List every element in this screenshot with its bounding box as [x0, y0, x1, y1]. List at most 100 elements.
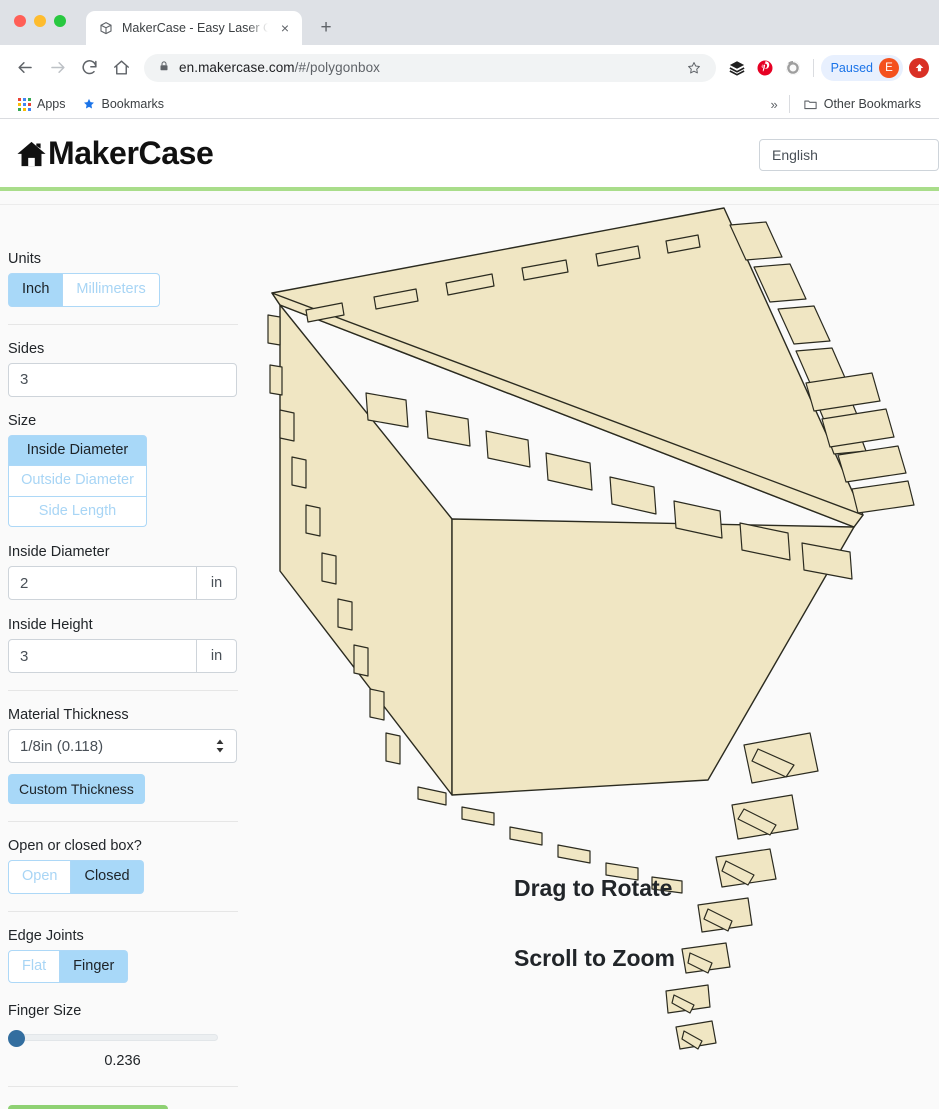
close-window-button[interactable]: [14, 15, 26, 27]
toolbar-divider: [813, 59, 814, 77]
page-content: MakerCase English Units Inch Millimeters…: [0, 119, 939, 1109]
back-button[interactable]: [10, 53, 40, 83]
open-closed-option-closed[interactable]: Closed: [71, 860, 143, 894]
grammarly-icon[interactable]: [780, 55, 806, 81]
inside-height-value: 3: [20, 648, 28, 665]
bookmarks-divider: [789, 95, 790, 113]
size-section: Size Inside Diameter Outside Diameter Si…: [8, 413, 238, 528]
open-closed-label: Open or closed box?: [8, 838, 238, 854]
inside-height-unit: in: [197, 639, 237, 673]
size-option-outside-diameter[interactable]: Outside Diameter: [8, 466, 147, 497]
url-path: /#/polygonbox: [295, 60, 380, 75]
language-selector-wrap: English: [759, 139, 939, 171]
units-toggle-group[interactable]: Inch Millimeters: [8, 273, 238, 307]
inside-height-input[interactable]: 3: [8, 639, 197, 673]
language-value: English: [772, 147, 818, 163]
new-tab-button[interactable]: +: [312, 14, 340, 42]
other-bookmarks-folder[interactable]: Other Bookmarks: [795, 93, 929, 115]
address-bar[interactable]: en.makercase.com/#/polygonbox: [144, 54, 716, 82]
open-closed-section: Open or closed box? Open Closed: [8, 838, 238, 894]
chevron-updown-icon: [215, 738, 225, 754]
custom-thickness-button[interactable]: Custom Thickness: [8, 774, 145, 804]
site-header: MakerCase English: [0, 119, 939, 187]
inside-height-input-group[interactable]: 3 in: [8, 639, 237, 673]
size-option-inside-diameter[interactable]: Inside Diameter: [8, 435, 147, 467]
divider: [8, 821, 238, 822]
avatar: E: [879, 58, 899, 78]
browser-tab[interactable]: MakerCase - Easy Laser Cut Ca ×: [86, 11, 302, 45]
forward-button[interactable]: [42, 53, 72, 83]
minimize-window-button[interactable]: [34, 15, 46, 27]
inside-diameter-unit: in: [197, 566, 237, 600]
apps-grid-icon: [18, 98, 31, 111]
open-closed-option-open[interactable]: Open: [8, 860, 71, 894]
model-preview[interactable]: Drag to Rotate Scroll to Zoom: [246, 205, 939, 1109]
download-box-plans-button[interactable]: Download Box Plans: [8, 1105, 168, 1109]
inside-diameter-value: 2: [20, 575, 28, 592]
inside-diameter-label: Inside Diameter: [8, 544, 238, 560]
material-thickness-label: Material Thickness: [8, 707, 238, 723]
home-icon[interactable]: [106, 53, 136, 83]
header-understrip: [0, 191, 939, 205]
bookmarks-label: Bookmarks: [102, 97, 165, 111]
bookmarks-overflow-button[interactable]: »: [765, 97, 784, 112]
divider: [8, 1086, 238, 1087]
inside-height-section: Inside Height 3 in: [8, 617, 238, 673]
apps-label: Apps: [37, 97, 66, 111]
tab-title: MakerCase - Easy Laser Cut Ca: [122, 21, 268, 35]
reload-button[interactable]: [74, 53, 104, 83]
edge-joints-label: Edge Joints: [8, 928, 238, 944]
scroll-to-zoom-hint: Scroll to Zoom: [514, 945, 675, 972]
main-content: Units Inch Millimeters Sides 3 Size Insi…: [0, 205, 939, 1109]
open-closed-toggle-group[interactable]: Open Closed: [8, 860, 238, 894]
pinterest-icon[interactable]: [752, 55, 778, 81]
units-option-millimeters[interactable]: Millimeters: [63, 273, 159, 307]
star-icon[interactable]: [682, 56, 706, 80]
house-icon: [16, 139, 47, 170]
divider: [8, 690, 238, 691]
drag-to-rotate-hint: Drag to Rotate: [514, 875, 672, 902]
material-thickness-value: 1/8in (0.118): [20, 738, 103, 755]
star-filled-icon: [82, 97, 96, 111]
update-arrow-icon[interactable]: [909, 58, 929, 78]
apps-shortcut[interactable]: Apps: [10, 93, 74, 115]
options-sidebar: Units Inch Millimeters Sides 3 Size Insi…: [0, 205, 246, 1109]
url-domain: en.makercase.com: [179, 60, 295, 75]
layers-icon[interactable]: [724, 55, 750, 81]
url-text: en.makercase.com/#/polygonbox: [179, 60, 673, 75]
tab-strip: MakerCase - Easy Laser Cut Ca × +: [0, 0, 939, 45]
size-toggle-group[interactable]: Inside Diameter Outside Diameter Side Le…: [8, 435, 147, 528]
brand-logo[interactable]: MakerCase: [16, 135, 213, 172]
language-select[interactable]: English: [759, 139, 939, 171]
divider: [8, 911, 238, 912]
maximize-window-button[interactable]: [54, 15, 66, 27]
units-option-inch[interactable]: Inch: [8, 273, 63, 307]
units-section: Units Inch Millimeters: [8, 251, 238, 307]
finger-size-slider[interactable]: [8, 1029, 218, 1047]
triangular-box-3d-model[interactable]: [246, 205, 939, 1109]
size-option-side-length[interactable]: Side Length: [8, 497, 147, 528]
finger-size-label: Finger Size: [8, 1003, 238, 1019]
folder-icon: [803, 97, 818, 112]
inside-diameter-input[interactable]: 2: [8, 566, 197, 600]
sync-status-label: Paused: [831, 61, 873, 75]
brand-name: MakerCase: [48, 135, 213, 172]
units-label: Units: [8, 251, 238, 267]
window-controls[interactable]: [14, 15, 66, 27]
slider-track[interactable]: [8, 1034, 218, 1041]
inside-diameter-input-group[interactable]: 2 in: [8, 566, 237, 600]
close-tab-button[interactable]: ×: [276, 19, 294, 37]
other-bookmarks-label: Other Bookmarks: [824, 97, 921, 111]
finger-size-section: Finger Size 0.236: [8, 1003, 238, 1069]
profile-chip[interactable]: Paused E: [821, 55, 903, 81]
bookmarks-folder[interactable]: Bookmarks: [74, 93, 173, 115]
edge-joints-option-flat[interactable]: Flat: [8, 950, 60, 984]
edge-joints-toggle-group[interactable]: Flat Finger: [8, 950, 238, 984]
inside-height-label: Inside Height: [8, 617, 238, 633]
edge-joints-option-finger[interactable]: Finger: [60, 950, 128, 984]
material-thickness-select[interactable]: 1/8in (0.118): [8, 729, 237, 763]
browser-toolbar: en.makercase.com/#/polygonbox Paused E: [0, 45, 939, 90]
slider-thumb[interactable]: [8, 1030, 25, 1047]
size-label: Size: [8, 413, 238, 429]
sides-input[interactable]: 3: [8, 363, 237, 397]
